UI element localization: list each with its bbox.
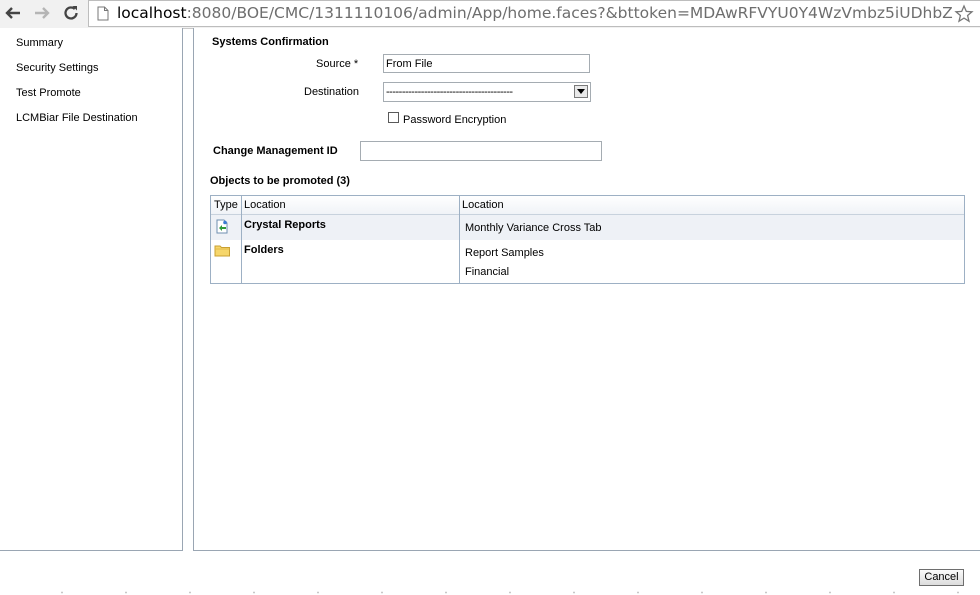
chevron-down-icon[interactable] — [574, 85, 588, 98]
forward-button[interactable] — [31, 2, 53, 24]
objects-title: Objects to be promoted (3) — [210, 175, 350, 187]
password-encryption-label: Password Encryption — [403, 114, 507, 126]
destination-select[interactable]: ---------------------------------------- — [383, 82, 591, 102]
objects-table: Type Location Location Crystal Reports M… — [210, 195, 965, 284]
column-divider — [241, 196, 242, 283]
source-field[interactable]: From File — [383, 54, 590, 73]
location-financial: Financial — [465, 266, 510, 278]
back-arrow-icon — [5, 7, 20, 19]
section-title: Systems Confirmation — [212, 36, 329, 48]
column-divider — [459, 196, 460, 283]
destination-label: Destination — [304, 86, 360, 98]
group-name-crystal-reports: Crystal Reports — [244, 219, 326, 231]
password-encryption-checkbox[interactable] — [388, 112, 399, 123]
nav-item-summary[interactable]: Summary — [16, 37, 63, 49]
nav-item-lcmbiar-file-destination[interactable]: LCMBiar File Destination — [16, 112, 138, 124]
main-panel: Systems Confirmation Source * From File … — [193, 28, 980, 551]
column-header-type[interactable]: Type — [214, 199, 238, 211]
nav-item-security-settings[interactable]: Security Settings — [16, 62, 99, 74]
bookmark-star-icon[interactable] — [954, 4, 974, 24]
left-navigation: Summary Security Settings Test Promote L… — [0, 28, 183, 551]
address-bar[interactable]: localhost:8080/BOE/CMC/1311110106/admin/… — [88, 0, 980, 27]
reload-icon — [64, 6, 78, 20]
browser-toolbar: localhost:8080/BOE/CMC/1311110106/admin/… — [0, 0, 980, 29]
url-text: localhost:8080/BOE/CMC/1311110106/admin/… — [117, 4, 953, 22]
forward-arrow-icon — [35, 7, 50, 19]
source-label: Source * — [316, 58, 359, 70]
column-header-location-path[interactable]: Location — [462, 199, 504, 211]
change-management-label: Change Management ID — [213, 145, 338, 157]
location-report-samples: Report Samples — [465, 247, 544, 259]
group-name-folders: Folders — [244, 244, 284, 256]
cancel-button[interactable]: Cancel — [919, 569, 964, 586]
nav-item-test-promote[interactable]: Test Promote — [16, 87, 81, 99]
page-icon — [97, 6, 109, 21]
destination-selected-value: ---------------------------------------- — [386, 86, 513, 98]
folder-icon — [214, 245, 230, 257]
decorative-dotted-divider — [0, 590, 980, 595]
crystal-report-icon — [216, 219, 228, 234]
table-header: Type Location Location — [211, 196, 964, 215]
column-header-location[interactable]: Location — [244, 199, 286, 211]
change-management-id-field[interactable] — [360, 141, 602, 161]
back-button[interactable] — [2, 2, 24, 24]
location-monthly-variance: Monthly Variance Cross Tab — [465, 222, 602, 234]
reload-button[interactable] — [60, 2, 82, 24]
